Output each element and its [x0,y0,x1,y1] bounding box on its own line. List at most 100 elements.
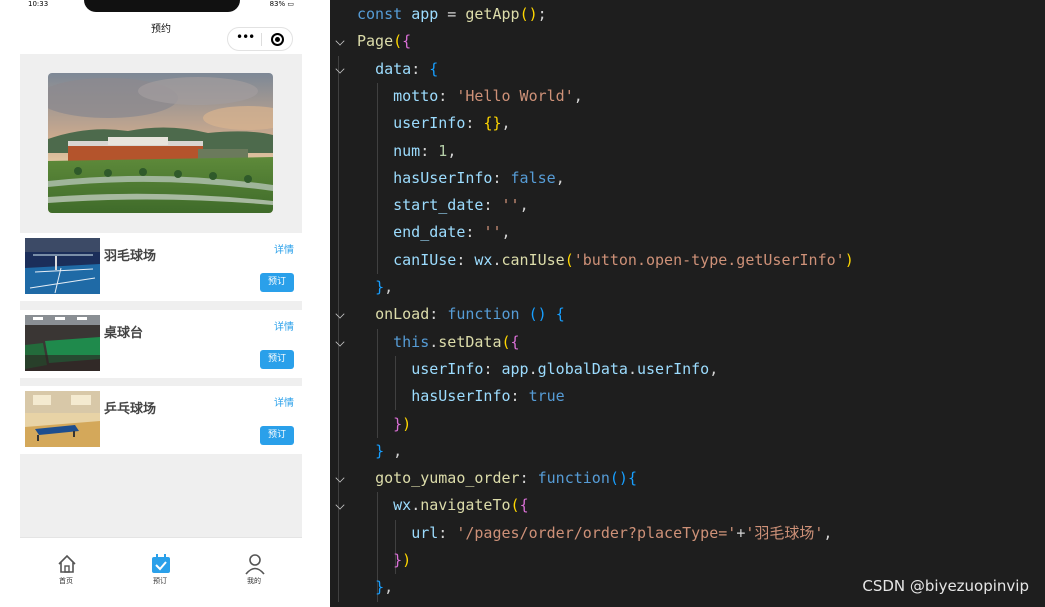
code-token: app [411,5,439,23]
code-token: } [375,578,385,597]
ellipsis-icon[interactable]: ••• [236,30,255,44]
fold-chevron-icon[interactable] [335,473,345,483]
code-line[interactable]: const app = getApp(); [330,1,1045,28]
fold-chevron-icon[interactable] [335,64,345,74]
target-icon[interactable] [271,33,284,46]
status-time: 10:33 [28,0,49,8]
book-button[interactable]: 预订 [260,426,294,445]
code-token: '' [483,223,502,242]
venue-row-table-tennis[interactable]: 乒乓球场 详情 预订 [20,386,302,454]
code-token: end_date [393,223,466,242]
code-line[interactable]: } , [330,438,1045,465]
watermark: CSDN @biyezuopinvip [862,577,1029,595]
code-line[interactable]: wx.navigateTo({ [330,492,1045,519]
code-token: () [609,469,628,488]
code-line[interactable]: Page({ [330,28,1045,55]
code-text: }) [357,547,411,574]
code-token: ) [402,551,412,569]
code-line[interactable]: canIUse: wx.canIUse('button.open-type.ge… [330,247,1045,274]
code-token: ( [393,32,403,51]
code-line[interactable]: motto: 'Hello World', [330,83,1045,110]
fold-chevron-icon[interactable] [335,36,345,46]
code-text: hasUserInfo: true [357,383,565,410]
code-token: : [465,223,484,242]
code-line[interactable]: }, [330,274,1045,301]
phone-notch [84,0,240,12]
fold-chevron-icon[interactable] [335,337,345,347]
code-token: } [375,278,385,296]
venue-detail-link[interactable]: 详情 [274,318,294,333]
capsule-divider [261,33,262,46]
code-line[interactable]: goto_yumao_order: function(){ [330,465,1045,492]
tab-label: 首页 [59,577,73,585]
code-token: : [519,469,538,488]
venue-banner-image [48,73,273,213]
fold-chevron-icon[interactable] [335,309,345,319]
code-line[interactable]: url: '/pages/order/order?placeType='+'羽毛… [330,520,1045,547]
tab-bar: 首页 预订 我的 [20,537,302,598]
code-token: onLoad [375,305,430,324]
code-token: , [555,168,565,187]
code-text: end_date: '', [357,219,510,246]
code-line[interactable]: start_date: '', [330,192,1045,219]
code-token: , [573,86,583,105]
code-text: url: '/pages/order/order?placeType='+'羽毛… [357,520,832,547]
venue-detail-link[interactable]: 详情 [274,241,294,256]
code-token: 'Hello World' [456,86,574,105]
code-token: hasUserInfo [411,387,511,406]
code-line[interactable]: hasUserInfo: false, [330,165,1045,192]
venue-row-billiards[interactable]: 桌球台 详情 预订 [20,310,302,378]
code-token: userInfo [393,114,466,133]
code-token: : [456,250,475,269]
tab-booking[interactable]: 预订 [130,538,190,598]
code-token: . [411,496,421,515]
venue-row-badminton[interactable]: 羽毛球场 详情 预订 [20,233,302,301]
code-text: const app = getApp(); [357,1,547,28]
book-button[interactable]: 预订 [260,273,294,292]
mini-program-capsule[interactable]: ••• [227,27,293,51]
code-text: }, [357,274,393,301]
code-text: wx.navigateTo({ [357,492,528,519]
code-line[interactable]: this.setData({ [330,329,1045,356]
code-token: , [709,359,719,378]
code-token: start_date [393,196,484,215]
code-text: num: 1, [357,138,456,165]
code-line[interactable]: userInfo: app.globalData.userInfo, [330,356,1045,383]
book-button[interactable]: 预订 [260,350,294,369]
code-token: ( [501,332,511,351]
code-token: setData [438,332,502,351]
code-token: = [438,5,466,23]
fold-chevron-icon[interactable] [335,500,345,510]
code-line[interactable]: num: 1, [330,138,1045,165]
code-token: } [375,441,385,460]
code-editor[interactable]: const app = getApp(); Page({ data: { mott… [330,0,1045,607]
code-line[interactable]: onLoad: function () { [330,301,1045,328]
code-token: function [447,305,529,324]
code-token: const [357,5,412,23]
code-line[interactable]: hasUserInfo: true [330,383,1045,410]
code-line[interactable]: }) [330,411,1045,438]
tab-profile[interactable]: 我的 [224,538,284,598]
status-battery: 83% ▭ [269,0,294,8]
venue-name: 羽毛球场 [104,249,157,264]
code-line[interactable]: userInfo: {}, [330,110,1045,137]
code-token: '' [501,196,520,215]
code-line[interactable]: end_date: '', [330,219,1045,246]
code-token: , [384,578,394,597]
code-token: , [447,141,457,160]
code-text: start_date: '', [357,192,528,219]
code-token: } [393,551,403,569]
code-token: , [501,114,511,133]
code-line[interactable]: data: { [330,56,1045,83]
code-text: goto_yumao_order: function(){ [357,465,637,492]
tab-home[interactable]: 首页 [36,538,96,598]
tab-label: 我的 [247,577,261,585]
code-line[interactable]: }) [330,547,1045,574]
venue-detail-link[interactable]: 详情 [274,394,294,409]
